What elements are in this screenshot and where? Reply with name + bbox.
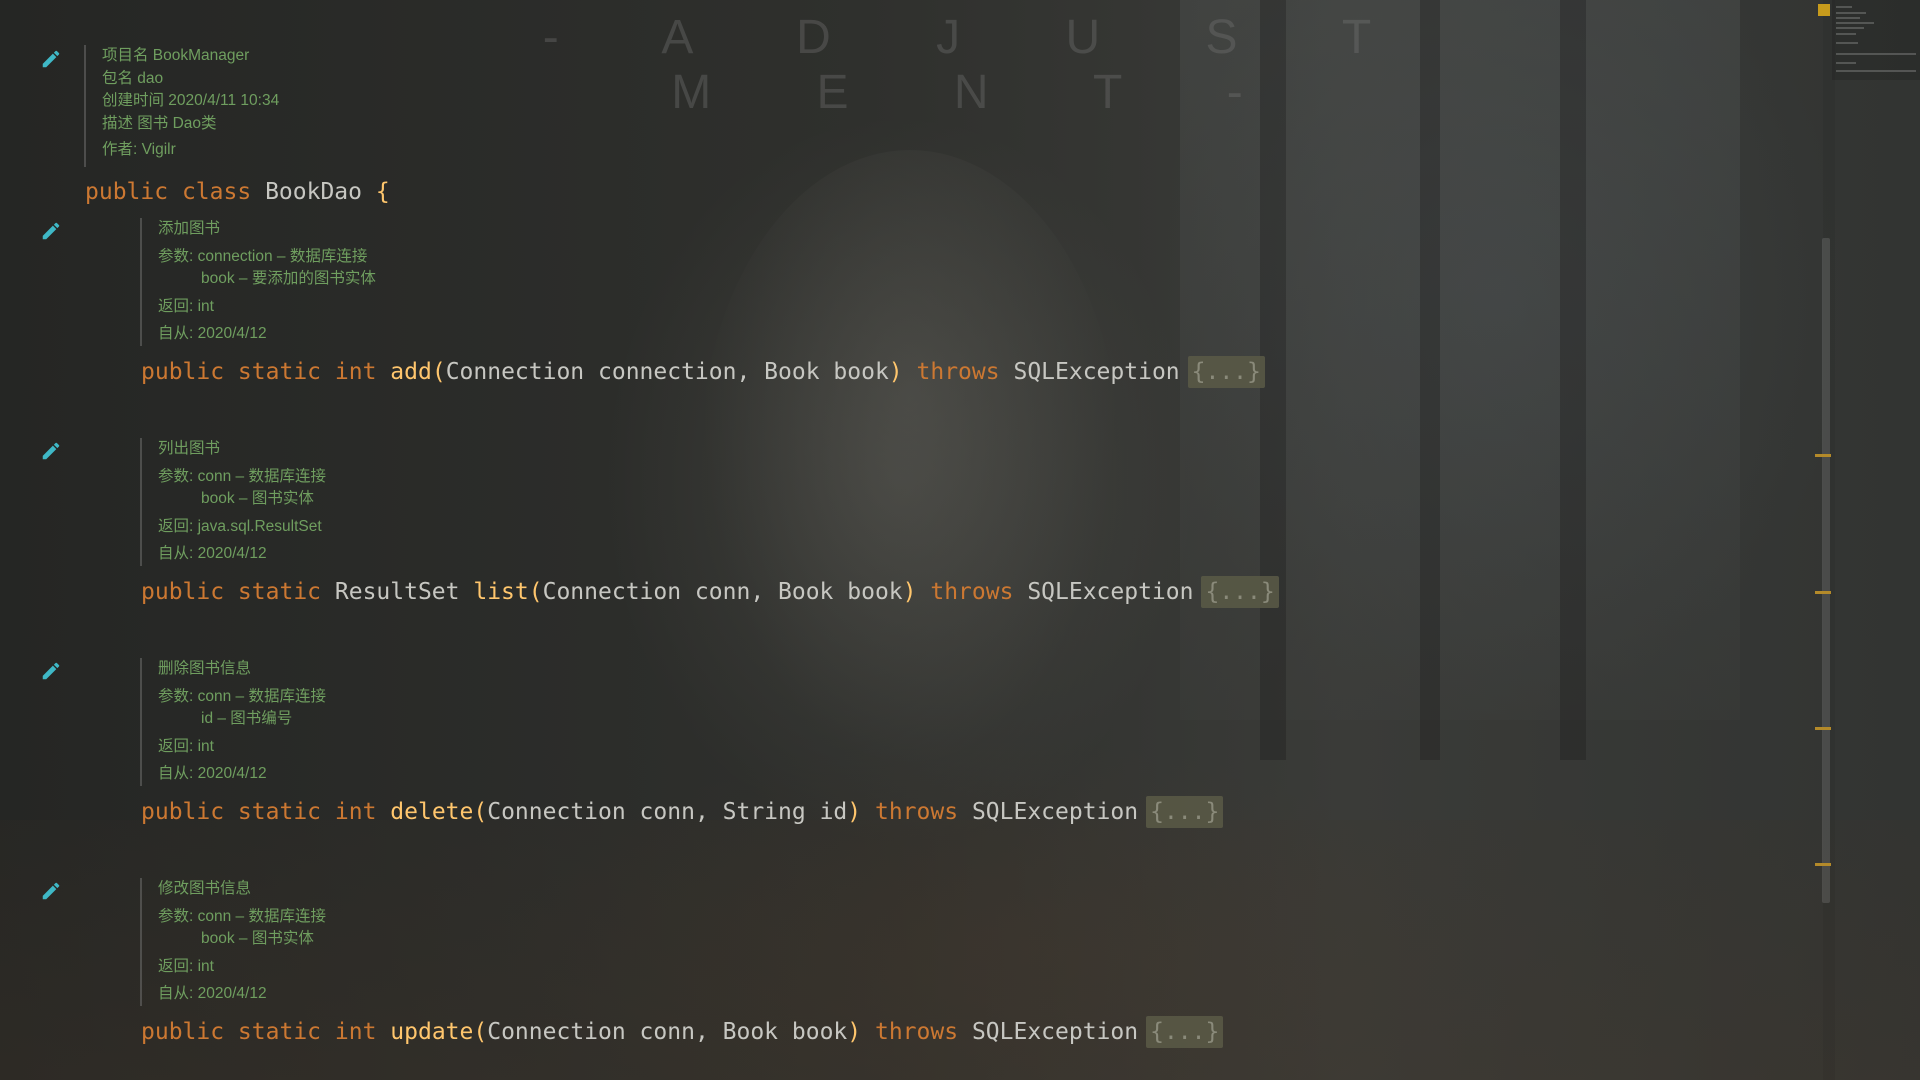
folded-body-button[interactable]: {...} bbox=[1201, 576, 1279, 608]
class-name: BookDao bbox=[265, 179, 362, 205]
doc-returns: 返回: int bbox=[158, 957, 214, 975]
folded-body-button[interactable]: {...} bbox=[1146, 1016, 1224, 1048]
method-params: Connection conn, String id bbox=[487, 799, 848, 825]
doc-param: 参数: conn – 数据库连接 bbox=[158, 467, 326, 485]
minimap-line bbox=[1836, 6, 1852, 8]
exception-type: SQLException bbox=[971, 799, 1139, 825]
method-name: delete bbox=[390, 799, 474, 825]
doc-title: 删除图书信息 bbox=[158, 660, 252, 677]
doc-param: book – 图书实体 bbox=[201, 930, 314, 947]
paren-close: ) bbox=[902, 579, 917, 605]
throws-keyword: throws bbox=[930, 579, 1014, 605]
minimap-line bbox=[1836, 12, 1866, 14]
doc-description: 描述 图书 Dao类 bbox=[102, 114, 217, 132]
class-open-brace: { bbox=[375, 179, 390, 205]
scrollbar-marker[interactable] bbox=[1815, 454, 1831, 457]
method-doc-delete: 删除图书信息 参数: conn – 数据库连接 id – 图书编号 返回: in… bbox=[140, 658, 326, 786]
paren-open: ( bbox=[473, 1019, 488, 1045]
throws-keyword: throws bbox=[874, 1019, 959, 1045]
method-name: add bbox=[390, 359, 432, 385]
modifiers: public static bbox=[141, 799, 322, 825]
method-signature-update[interactable]: public static int update(Connection conn… bbox=[141, 1016, 1224, 1048]
doc-title: 修改图书信息 bbox=[158, 880, 252, 897]
method-doc-update: 修改图书信息 参数: conn – 数据库连接 book – 图书实体 返回: … bbox=[140, 878, 326, 1006]
modifiers: public static bbox=[141, 1019, 322, 1045]
keyword-public: public bbox=[85, 179, 169, 205]
method-doc-list: 列出图书 参数: conn – 数据库连接 book – 图书实体 返回: ja… bbox=[140, 438, 326, 566]
scrollbar-marker[interactable] bbox=[1815, 727, 1831, 730]
paren-close: ) bbox=[847, 1019, 862, 1045]
keyword-class: class bbox=[181, 179, 252, 205]
throws-keyword: throws bbox=[874, 799, 959, 825]
minimap-line bbox=[1836, 33, 1856, 35]
method-signature-list[interactable]: public static ResultSet list(Connection … bbox=[141, 576, 1279, 608]
edit-pencil-icon[interactable] bbox=[40, 440, 62, 462]
paren-open: ( bbox=[473, 799, 488, 825]
scrollbar-thumb[interactable] bbox=[1822, 238, 1830, 903]
file-header-doc: 项目名 BookManager 包名 dao 创建时间 2020/4/11 10… bbox=[84, 45, 279, 167]
doc-param: 参数: conn – 数据库连接 bbox=[158, 907, 326, 925]
doc-package: 包名 dao bbox=[102, 69, 164, 87]
method-signature-add[interactable]: public static int add(Connection connect… bbox=[141, 356, 1265, 388]
paren-open: ( bbox=[431, 359, 446, 385]
doc-returns: 返回: int bbox=[158, 737, 214, 755]
doc-since: 自从: 2020/4/12 bbox=[158, 325, 267, 342]
throws-keyword: throws bbox=[916, 359, 1000, 385]
doc-since: 自从: 2020/4/12 bbox=[158, 765, 267, 782]
folded-body-button[interactable]: {...} bbox=[1146, 796, 1224, 828]
doc-title: 添加图书 bbox=[158, 220, 221, 237]
exception-type: SQLException bbox=[971, 1019, 1139, 1045]
method-name: update bbox=[390, 1019, 474, 1045]
minimap-line bbox=[1836, 53, 1916, 55]
doc-since: 自从: 2020/4/12 bbox=[158, 545, 267, 562]
paren-close: ) bbox=[847, 799, 862, 825]
doc-title: 列出图书 bbox=[158, 440, 221, 457]
method-signature-delete[interactable]: public static int delete(Connection conn… bbox=[141, 796, 1224, 828]
doc-author: 作者: Vigilr bbox=[102, 141, 176, 158]
minimap-line bbox=[1836, 22, 1874, 24]
doc-param: id – 图书编号 bbox=[201, 710, 293, 727]
doc-returns: 返回: java.sql.ResultSet bbox=[158, 517, 322, 535]
doc-param: 参数: conn – 数据库连接 bbox=[158, 687, 326, 705]
class-declaration[interactable]: public class BookDao { bbox=[85, 176, 390, 208]
code-minimap[interactable] bbox=[1832, 0, 1920, 80]
doc-param: book – 要添加的图书实体 bbox=[201, 270, 376, 287]
method-params: Connection connection, Book book bbox=[445, 359, 889, 385]
doc-created: 创建时间 2020/4/11 10:34 bbox=[102, 92, 280, 109]
doc-project: 项目名 BookManager bbox=[102, 47, 250, 64]
minimap-line bbox=[1836, 70, 1916, 72]
minimap-line bbox=[1836, 42, 1858, 44]
method-params: Connection conn, Book book bbox=[542, 579, 903, 605]
edit-pencil-icon[interactable] bbox=[40, 220, 62, 242]
return-type: int bbox=[334, 359, 377, 385]
folded-body-button[interactable]: {...} bbox=[1187, 356, 1265, 388]
paren-close: ) bbox=[888, 359, 903, 385]
modifiers: public static bbox=[141, 359, 322, 385]
minimap-line bbox=[1836, 27, 1864, 29]
doc-param: 参数: connection – 数据库连接 bbox=[158, 247, 368, 265]
return-type: int bbox=[334, 1019, 377, 1045]
exception-type: SQLException bbox=[1013, 359, 1180, 385]
method-params: Connection conn, Book book bbox=[487, 1019, 848, 1045]
paren-open: ( bbox=[528, 579, 543, 605]
exception-type: SQLException bbox=[1027, 579, 1194, 605]
doc-returns: 返回: int bbox=[158, 297, 214, 315]
modifiers: public static bbox=[141, 579, 322, 605]
code-editor[interactable]: 项目名 BookManager 包名 dao 创建时间 2020/4/11 10… bbox=[0, 0, 1810, 1080]
return-type: int bbox=[334, 799, 377, 825]
scrollbar-marker[interactable] bbox=[1815, 591, 1831, 594]
scrollbar-marker[interactable] bbox=[1815, 863, 1831, 866]
edit-pencil-icon[interactable] bbox=[40, 880, 62, 902]
minimap-line bbox=[1836, 17, 1860, 19]
method-doc-add: 添加图书 参数: connection – 数据库连接 book – 要添加的图… bbox=[140, 218, 376, 346]
doc-param: book – 图书实体 bbox=[201, 490, 314, 507]
minimap-line bbox=[1836, 62, 1856, 64]
edit-pencil-icon[interactable] bbox=[40, 660, 62, 682]
edit-pencil-icon[interactable] bbox=[40, 48, 62, 70]
inspection-status-icon[interactable] bbox=[1818, 4, 1830, 16]
return-type: ResultSet bbox=[334, 579, 460, 605]
method-name: list bbox=[473, 579, 529, 605]
doc-since: 自从: 2020/4/12 bbox=[158, 985, 267, 1002]
